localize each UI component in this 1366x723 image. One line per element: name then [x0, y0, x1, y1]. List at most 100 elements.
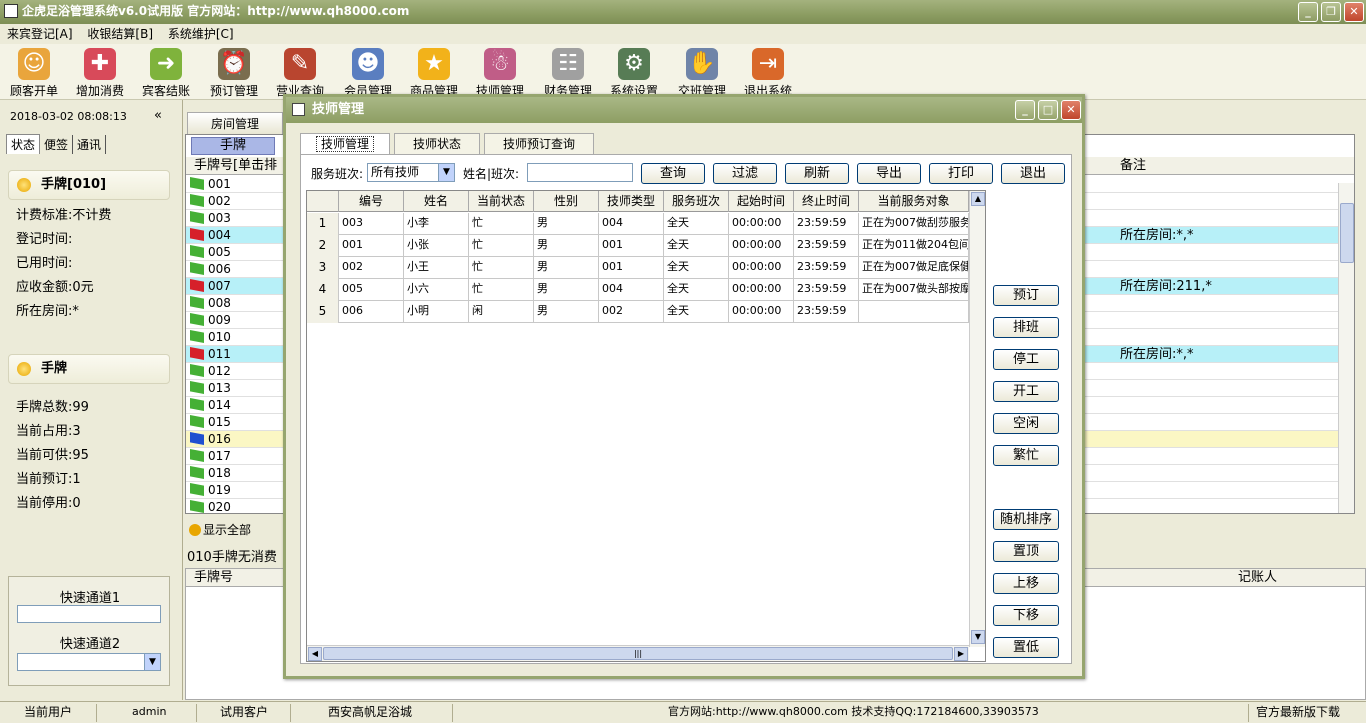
- table-row[interactable]: 1 003 小李忙男 004 全天 00:00:00 23:59:59 正在为007做刮莎服务: [307, 213, 969, 235]
- move-top-button[interactable]: 置顶: [993, 541, 1059, 562]
- toolbar-button-finance[interactable]: ☷ 财务管理: [536, 46, 600, 98]
- dialog-minimize-button[interactable]: _: [1015, 100, 1035, 120]
- tag-grid-scrollbar[interactable]: [1338, 183, 1354, 513]
- tag-number: 007: [208, 279, 231, 293]
- table-row[interactable]: 4 005 小六忙男 004 全天 00:00:00 23:59:59 正在为007做头部按摩: [307, 279, 969, 301]
- flag-icon: [190, 330, 204, 343]
- column-header[interactable]: 当前状态: [469, 191, 534, 212]
- menu-system[interactable]: 系统维护[C]: [168, 27, 234, 41]
- technician-table-vscroll[interactable]: ▲ ▼: [969, 191, 985, 647]
- tab-room-management[interactable]: 房间管理: [187, 112, 283, 134]
- toolbar-button-customer[interactable]: ☺ 顾客开单: [2, 46, 66, 98]
- stop-work-button[interactable]: 停工: [993, 349, 1059, 370]
- tab-contacts[interactable]: 通讯: [73, 135, 107, 154]
- set-busy-button[interactable]: 繁忙: [993, 445, 1059, 466]
- random-sort-button[interactable]: 随机排序: [993, 509, 1059, 530]
- flag-icon: [190, 211, 204, 224]
- table-cell: 小王: [404, 257, 469, 279]
- column-header[interactable]: 终止时间: [794, 191, 859, 212]
- scroll-thumb[interactable]: [1340, 203, 1354, 263]
- menu-guest-register[interactable]: 来宾登记[A]: [7, 27, 73, 41]
- window-title-bar[interactable]: 企虎足浴管理系统v6.0试用版 官方网站：http://www.qh8000.c…: [0, 0, 1366, 24]
- tag-number: 012: [208, 364, 231, 378]
- toolbar-button-add-consumption[interactable]: ✚ 增加消费: [68, 46, 132, 98]
- shift-select[interactable]: 所有技师 ▼: [367, 163, 455, 182]
- col-tag-number[interactable]: 手牌号[单击排: [194, 157, 277, 175]
- tag-number: 015: [208, 415, 231, 429]
- toolbar-button-alarm-clock[interactable]: ⏰ 预订管理: [202, 46, 266, 98]
- dialog-close-button[interactable]: ✕: [1061, 100, 1081, 120]
- column-header[interactable]: 姓名: [404, 191, 469, 212]
- quick-channel-2-select[interactable]: ▼: [17, 653, 161, 671]
- menu-cashier[interactable]: 收银结算[B]: [87, 27, 153, 41]
- quick-channel-1-input[interactable]: [17, 605, 161, 623]
- toolbar-button-query[interactable]: ✎ 营业查询: [268, 46, 332, 98]
- tab-technician-booking[interactable]: 技师预订查询: [484, 133, 594, 155]
- filter-button[interactable]: 过滤: [713, 163, 777, 184]
- exit-button[interactable]: 退出: [1001, 163, 1065, 184]
- table-cell: 小明: [404, 301, 469, 323]
- column-header[interactable]: 服务班次: [664, 191, 729, 212]
- toolbar-button-members[interactable]: ☻ 会员管理: [336, 46, 400, 98]
- set-idle-button[interactable]: 空闲: [993, 413, 1059, 434]
- scroll-thumb[interactable]: |||: [323, 647, 953, 660]
- toolbar-button-star[interactable]: ★ 商品管理: [402, 46, 466, 98]
- tab-notes[interactable]: 便签: [40, 135, 74, 154]
- close-button[interactable]: ✕: [1344, 2, 1364, 22]
- move-bottom-button[interactable]: 置低: [993, 637, 1059, 658]
- scroll-left-icon[interactable]: ◀: [308, 647, 322, 661]
- tag-group-header[interactable]: 手牌: [191, 137, 275, 155]
- col-note[interactable]: 备注: [1120, 157, 1146, 175]
- toolbar-button-checkout[interactable]: ➜ 宾客结账: [134, 46, 198, 98]
- schedule-button[interactable]: 排班: [993, 317, 1059, 338]
- tab-technician-management[interactable]: 技师管理: [300, 133, 390, 155]
- refresh-button[interactable]: 刷新: [785, 163, 849, 184]
- scroll-down-icon[interactable]: ▼: [971, 630, 985, 644]
- toolbar-button-exit-door[interactable]: ⇥ 退出系统: [736, 46, 800, 98]
- maximize-button[interactable]: ❐: [1321, 2, 1341, 22]
- minimize-button[interactable]: _: [1298, 2, 1318, 22]
- scroll-right-icon[interactable]: ▶: [954, 647, 968, 661]
- column-header[interactable]: 当前服务对象: [859, 191, 969, 212]
- table-cell: 001: [339, 235, 404, 257]
- toolbar-button-technician[interactable]: ☃ 技师管理: [468, 46, 532, 98]
- download-link[interactable]: 官方最新版下载: [1252, 702, 1344, 722]
- table-row[interactable]: 3 002 小王忙男 001 全天 00:00:00 23:59:59 正在为007做足底保健: [307, 257, 969, 279]
- export-button[interactable]: 导出: [857, 163, 921, 184]
- tab-technician-status[interactable]: 技师状态: [394, 133, 480, 155]
- tag-number: 018: [208, 466, 231, 480]
- column-header[interactable]: 技师类型: [599, 191, 664, 212]
- flag-icon: [190, 432, 204, 445]
- table-row[interactable]: 2 001 小张忙男 001 全天 00:00:00 23:59:59 正在为011做204包…: [307, 235, 969, 257]
- col-bookkeeper[interactable]: 记账人: [1238, 569, 1277, 587]
- column-header[interactable]: 起始时间: [729, 191, 794, 212]
- start-work-button[interactable]: 开工: [993, 381, 1059, 402]
- technician-table-hscroll[interactable]: ◀ ||| ▶: [307, 645, 969, 661]
- scroll-up-icon[interactable]: ▲: [971, 192, 985, 206]
- dialog-maximize-button[interactable]: □: [1038, 100, 1058, 120]
- col-tag-number-2[interactable]: 手牌号: [194, 569, 233, 587]
- column-header[interactable]: 编号: [339, 191, 404, 212]
- chevron-down-icon[interactable]: ▼: [144, 654, 160, 670]
- tag-number: 017: [208, 449, 231, 463]
- shift-value: 所有技师: [371, 165, 420, 179]
- tag-available: 当前可供:95: [16, 448, 89, 463]
- move-up-button[interactable]: 上移: [993, 573, 1059, 594]
- toolbar-button-settings[interactable]: ⚙ 系统设置: [602, 46, 666, 98]
- show-all-button[interactable]: 显示全部: [189, 521, 251, 538]
- print-button[interactable]: 打印: [929, 163, 993, 184]
- toolbar-label: 顾客开单: [9, 84, 58, 98]
- column-header[interactable]: 性别: [534, 191, 599, 212]
- move-down-button[interactable]: 下移: [993, 605, 1059, 626]
- toolbar-button-handshake[interactable]: ✋ 交班管理: [670, 46, 734, 98]
- show-all-icon: [189, 524, 201, 536]
- official-site[interactable]: 官方网站:http://www.qh8000.com 技术支持QQ:172184…: [664, 702, 1043, 722]
- collapse-panel-button[interactable]: «: [154, 108, 162, 123]
- dialog-title-bar[interactable]: 技师管理: [286, 97, 1082, 123]
- query-button[interactable]: 查询: [641, 163, 705, 184]
- name-shift-input[interactable]: [527, 163, 633, 182]
- table-row[interactable]: 5 006 小明闲男 002 全天 00:00:00 23:59:59: [307, 301, 969, 323]
- reserve-button[interactable]: 预订: [993, 285, 1059, 306]
- tab-status[interactable]: 状态: [6, 134, 41, 154]
- chevron-down-icon[interactable]: ▼: [438, 164, 454, 181]
